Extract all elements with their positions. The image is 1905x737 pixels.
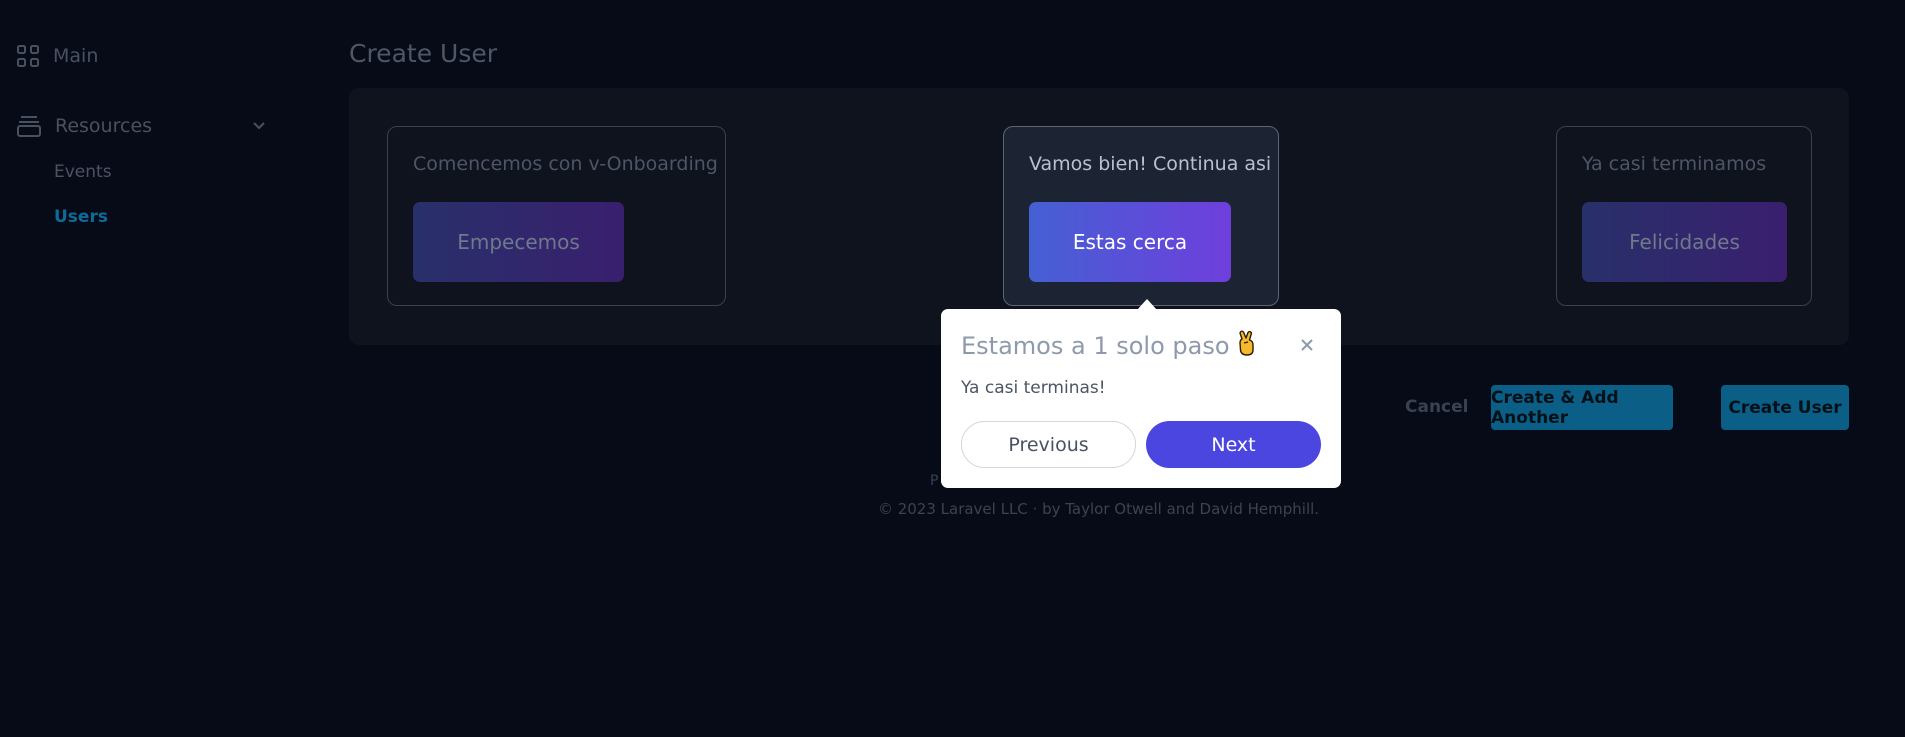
next-button[interactable]: Next bbox=[1146, 421, 1321, 468]
previous-button[interactable]: Previous bbox=[961, 421, 1136, 468]
sidebar-item-label: Main bbox=[53, 45, 99, 67]
sidebar-item-resources[interactable]: Resources bbox=[16, 114, 266, 138]
sidebar-item-events[interactable]: Events bbox=[54, 162, 112, 182]
crossed-fingers-icon bbox=[1236, 329, 1258, 363]
archive-icon bbox=[16, 114, 42, 138]
onboarding-step-1: Comencemos con v-Onboarding Empecemos bbox=[387, 126, 726, 306]
chevron-down-icon[interactable] bbox=[252, 121, 266, 131]
onboarding-step-2: Vamos bien! Continua asi Estas cerca bbox=[1003, 126, 1279, 306]
create-and-add-another-button[interactable]: Create & Add Another bbox=[1491, 385, 1673, 430]
footer-text: P bbox=[930, 473, 939, 489]
page-title: Create User bbox=[349, 39, 497, 68]
step-label: Comencemos con v-Onboarding bbox=[413, 153, 718, 175]
footer-copyright: © 2023 Laravel LLC · by Taylor Otwell an… bbox=[877, 500, 1320, 518]
sidebar: Main Resources Events Users bbox=[0, 0, 300, 737]
step-button-felicidades[interactable]: Felicidades bbox=[1582, 202, 1787, 282]
popover-title-text: Estamos a 1 solo paso bbox=[961, 332, 1230, 360]
step-label: Ya casi terminamos bbox=[1582, 153, 1767, 175]
step-button-empecemos[interactable]: Empecemos bbox=[413, 202, 624, 282]
onboarding-step-3: Ya casi terminamos Felicidades bbox=[1556, 126, 1812, 306]
step-label: Vamos bien! Continua asi bbox=[1029, 153, 1272, 175]
popover-title: Estamos a 1 solo paso bbox=[961, 329, 1258, 363]
onboarding-popover: Estamos a 1 solo paso Ya casi terminas! … bbox=[941, 309, 1341, 488]
grid-icon bbox=[16, 44, 40, 68]
cancel-button[interactable]: Cancel bbox=[1405, 397, 1468, 417]
close-icon[interactable] bbox=[1298, 336, 1316, 354]
sidebar-item-label: Resources bbox=[55, 115, 153, 137]
step-button-estas-cerca[interactable]: Estas cerca bbox=[1029, 202, 1231, 282]
sidebar-item-users[interactable]: Users bbox=[54, 207, 108, 227]
sidebar-item-main[interactable]: Main bbox=[16, 44, 98, 68]
popover-description: Ya casi terminas! bbox=[961, 378, 1106, 398]
create-user-button[interactable]: Create User bbox=[1721, 385, 1849, 430]
